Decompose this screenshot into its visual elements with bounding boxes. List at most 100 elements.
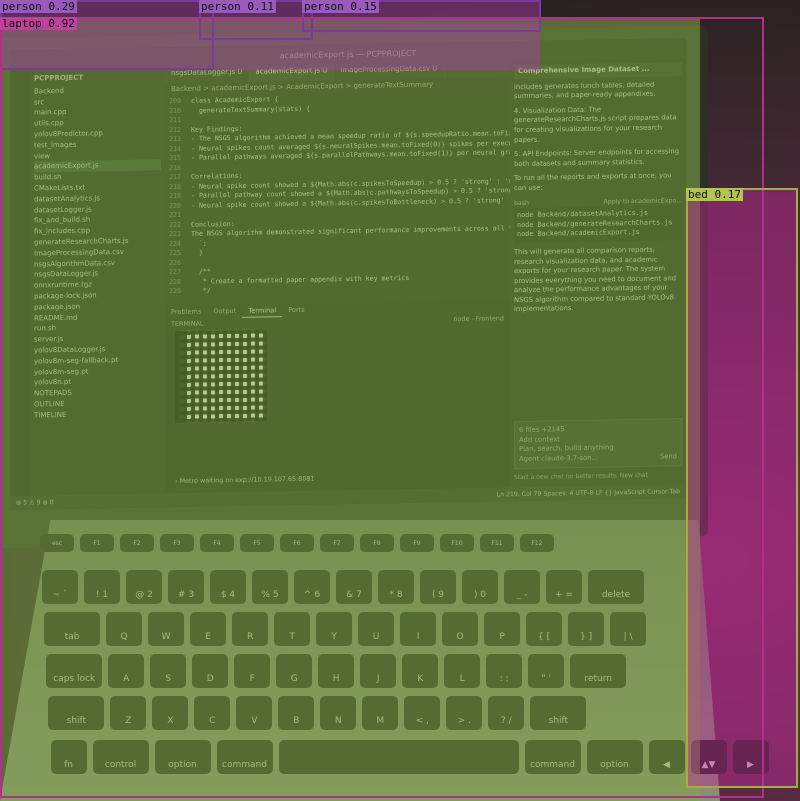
key: Z xyxy=(110,696,147,730)
key: option xyxy=(154,740,211,774)
chat-cmd-label: bash xyxy=(514,199,529,207)
key: I xyxy=(400,612,437,646)
key: ▲▼ xyxy=(690,740,727,774)
key: : ; xyxy=(486,654,523,688)
line-number: 223 xyxy=(169,229,181,239)
file-list: Backend src main.cpp utils.cpp yolov8Predict… xyxy=(34,84,161,421)
chat-paragraph: To run all the reports and exports at on… xyxy=(514,171,672,193)
key: U xyxy=(358,612,395,646)
key: F12 xyxy=(520,534,554,552)
line-number: 214 xyxy=(169,144,181,153)
chat-send: Send xyxy=(659,452,677,461)
key: * 8 xyxy=(378,570,414,604)
line-number: 225 xyxy=(169,248,181,258)
key: { [ xyxy=(526,612,563,646)
keyboard-row: shift Z X C V B N M < , > .? / shift xyxy=(48,696,587,730)
terminal-panel: Problems Output Terminal Ports TERMINAL nod… xyxy=(165,301,510,494)
key: S xyxy=(150,654,187,688)
key: R xyxy=(232,612,269,646)
line-number: 219 xyxy=(169,191,181,201)
chat-summary: This will generate all comparison report… xyxy=(514,245,677,314)
key: ▶ xyxy=(732,740,769,774)
key: ~ ` xyxy=(42,570,78,604)
key: " ' xyxy=(528,654,565,688)
key: ) 0 xyxy=(462,570,498,604)
line-number: 217 xyxy=(169,172,181,182)
status-right: Ln 219, Col 79 Spaces: 4 UTF-8 LF {} Jav… xyxy=(496,487,680,498)
editor-pane: nsgsDataLogger.js UacademicExport.js Uim… xyxy=(165,61,510,308)
key: X xyxy=(152,696,189,730)
key: option xyxy=(586,740,643,774)
key: T xyxy=(274,612,311,646)
chat-apply: Apply to academicExpo... xyxy=(603,196,682,206)
key: } ] xyxy=(568,612,605,646)
explorer-title: PCPPROJECT xyxy=(34,73,84,83)
key: tab xyxy=(44,612,101,646)
chat-sidebar: Comprehensive Image Dataset ... includes… xyxy=(510,58,686,488)
laptop-screen: academicExport.js — PCPPROJECT PCPPROJEC… xyxy=(10,38,686,510)
chat-paragraph: 5. API Endpoints: Server endpoints for a… xyxy=(514,147,680,168)
chat-title: Comprehensive Image Dataset ... xyxy=(514,62,682,79)
key: $ 4 xyxy=(210,570,246,604)
key: F9 xyxy=(400,534,434,552)
chat-paragraphs: includes generates lunch tables, detaile… xyxy=(514,80,682,194)
line-number: 226 xyxy=(169,258,181,267)
key: ! 1 xyxy=(84,570,120,604)
line-number: 220 xyxy=(169,201,181,210)
key: D xyxy=(192,654,229,688)
line-number: 216 xyxy=(169,163,181,172)
key: F2 xyxy=(120,534,154,552)
line-number: 221 xyxy=(169,210,181,220)
key: & 7 xyxy=(336,570,372,604)
key: _ - xyxy=(504,570,540,604)
code-text: /** xyxy=(191,267,211,276)
key: B xyxy=(278,696,315,730)
key: Q xyxy=(106,612,143,646)
key: # 3 xyxy=(168,570,204,604)
key: delete xyxy=(588,570,644,604)
key: F5 xyxy=(240,534,274,552)
line-number: 209 xyxy=(169,96,181,106)
key: command xyxy=(524,740,581,774)
code-text: Correlations: xyxy=(191,171,243,181)
keyboard-row: esc F1 F2 F3 F4 F5 F6 F7 F8 F9 F10 F11 F12 xyxy=(40,534,554,552)
code-text: Key Findings: xyxy=(191,124,243,134)
key: F4 xyxy=(200,534,234,552)
code-text: generateTextSummary(stats) { xyxy=(191,104,311,115)
line-number: 222 xyxy=(169,220,181,229)
key: L xyxy=(444,654,481,688)
panel-tab: Output xyxy=(213,306,237,316)
key: F10 xyxy=(440,534,474,552)
code-text: } xyxy=(191,248,203,257)
keyboard-row: fn control option command command option ◀ ▲▼ ▶ xyxy=(50,740,769,774)
key: ^ 6 xyxy=(294,570,330,604)
key: W xyxy=(148,612,185,646)
key: > . xyxy=(446,696,483,730)
key: F7 xyxy=(320,534,354,552)
key: G xyxy=(276,654,313,688)
key: C xyxy=(194,696,231,730)
keyboard: esc F1 F2 F3 F4 F5 F6 F7 F8 F9 F10 F11 F12 ~ `! 1 @ 2 #… xyxy=(40,530,769,790)
key: E xyxy=(190,612,227,646)
key: return xyxy=(570,654,627,688)
key: command xyxy=(216,740,273,774)
terminal-header: TERMINAL xyxy=(171,319,204,329)
chat-command: node Backend/academicExport.js xyxy=(517,228,640,239)
activity-bar xyxy=(10,69,30,496)
key: % 5 xyxy=(252,570,288,604)
panel-tab: Terminal xyxy=(242,305,283,318)
line-number: 211 xyxy=(169,115,181,125)
key: Y xyxy=(316,612,353,646)
line-number: 218 xyxy=(169,182,181,191)
terminal-status: node - Frontend xyxy=(453,314,504,324)
key: O xyxy=(442,612,479,646)
key: N xyxy=(320,696,357,730)
key: A xyxy=(108,654,145,688)
key: F xyxy=(234,654,271,688)
key: ? / xyxy=(488,696,525,730)
key: fn xyxy=(50,740,87,774)
key: ◀ xyxy=(648,740,685,774)
code-text: class AcademicExport { xyxy=(191,95,279,105)
metro-line: › Metro waiting on exp://10.19.107.65:80… xyxy=(175,474,315,486)
keyboard-row: ~ `! 1 @ 2 # 3 $ 4% 5 ^ 6 & 7 * 8( 9) 0 _ - + = d… xyxy=(42,570,644,604)
